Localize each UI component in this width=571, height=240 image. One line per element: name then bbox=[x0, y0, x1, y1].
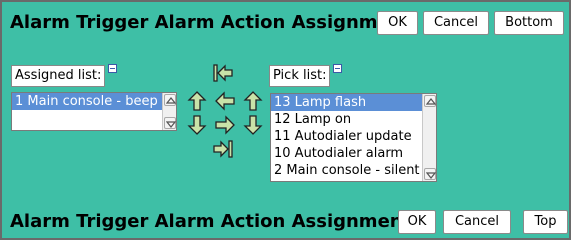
pick-listbox[interactable]: 13 Lamp flash 12 Lamp on 11 Autodialer u… bbox=[270, 93, 437, 182]
scrollbar[interactable] bbox=[162, 93, 176, 130]
move-up-icon-right[interactable] bbox=[242, 90, 264, 112]
page-title: Alarm Trigger Alarm Action Assignment bbox=[10, 12, 412, 33]
scroll-down-icon[interactable] bbox=[164, 117, 176, 129]
list-item[interactable]: 2 Main console - silent bbox=[271, 162, 436, 179]
cancel-button-bottom[interactable]: Cancel bbox=[443, 210, 511, 234]
collapse-icon[interactable] bbox=[108, 64, 117, 73]
move-down-icon[interactable] bbox=[186, 114, 208, 136]
top-button[interactable]: Top bbox=[523, 210, 568, 234]
move-left-icon[interactable] bbox=[214, 90, 236, 112]
page-title-bottom: Alarm Trigger Alarm Action Assignment bbox=[10, 211, 412, 232]
dialog-frame: Alarm Trigger Alarm Action Assignment OK… bbox=[0, 0, 571, 240]
list-item[interactable]: 13 Lamp flash bbox=[271, 94, 436, 111]
ok-button-top[interactable]: OK bbox=[377, 11, 418, 35]
list-item[interactable]: 12 Lamp on bbox=[271, 111, 436, 128]
move-last-icon[interactable] bbox=[212, 138, 234, 160]
scroll-up-icon[interactable] bbox=[424, 95, 436, 107]
pick-list-label: Pick list: bbox=[269, 65, 331, 87]
scroll-down-icon[interactable] bbox=[424, 168, 436, 180]
move-right-icon[interactable] bbox=[214, 114, 236, 136]
assigned-list-label: Assigned list: bbox=[11, 65, 106, 87]
list-item[interactable]: 1 Main console - beep bbox=[12, 93, 176, 110]
scroll-up-icon[interactable] bbox=[164, 94, 176, 106]
bottom-button[interactable]: Bottom bbox=[494, 11, 564, 35]
list-item[interactable]: 11 Autodialer update bbox=[271, 128, 436, 145]
move-first-icon[interactable] bbox=[212, 62, 234, 84]
collapse-icon-pick[interactable] bbox=[333, 64, 342, 73]
list-item[interactable]: 10 Autodialer alarm bbox=[271, 145, 436, 162]
move-up-icon[interactable] bbox=[186, 90, 208, 112]
assigned-listbox[interactable]: 1 Main console - beep bbox=[11, 92, 177, 131]
ok-button-bottom[interactable]: OK bbox=[398, 210, 436, 234]
cancel-button-top[interactable]: Cancel bbox=[423, 11, 489, 35]
move-down-icon-right[interactable] bbox=[242, 114, 264, 136]
scrollbar[interactable] bbox=[422, 94, 436, 181]
